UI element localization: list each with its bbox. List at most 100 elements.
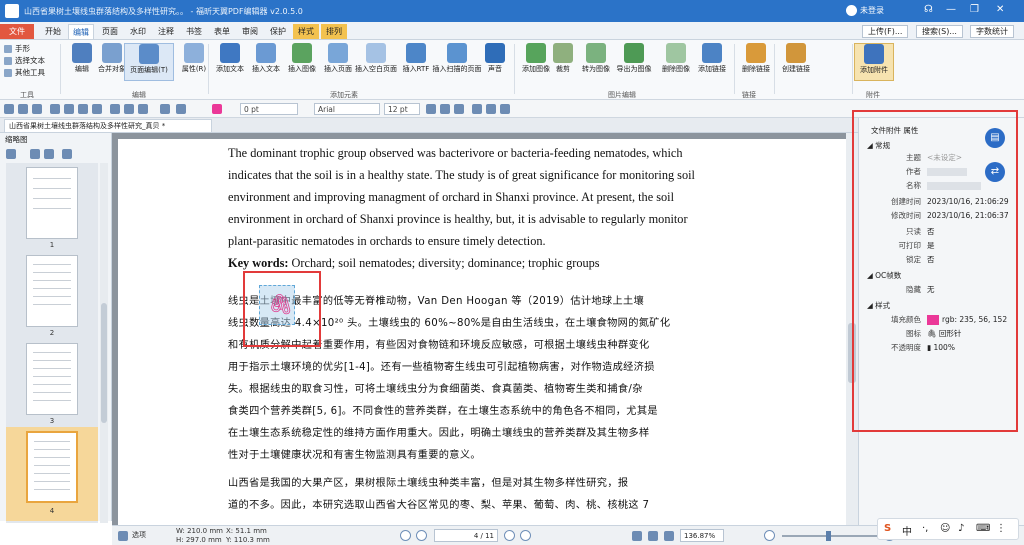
tab-bookmark[interactable]: 书签 — [181, 24, 207, 39]
redo-icon[interactable] — [176, 104, 186, 114]
undo-icon[interactable] — [160, 104, 170, 114]
ime-chinese-icon[interactable]: 中 — [902, 523, 912, 538]
close-icon[interactable]: ✕ — [996, 4, 1004, 15]
add-attachment-button[interactable]: 添加附件 — [854, 43, 894, 81]
bold-icon[interactable] — [426, 104, 436, 114]
zoom-icon[interactable] — [138, 104, 148, 114]
rotate-icon[interactable] — [62, 149, 72, 159]
insert-scan-button[interactable]: 插入扫描的页面 — [432, 43, 482, 73]
text-cursor-icon[interactable] — [110, 104, 120, 114]
zoom-slider-handle[interactable] — [826, 531, 831, 541]
insert-image-button[interactable]: 插入图像 — [282, 43, 322, 73]
font-size-select[interactable]: 12 pt — [384, 103, 420, 115]
ime-punct-icon[interactable]: ·, — [922, 523, 928, 534]
print-icon[interactable] — [32, 104, 42, 114]
tab-watermark[interactable]: 水印 — [125, 24, 151, 39]
font-select[interactable]: Arial — [314, 103, 380, 115]
support-icon[interactable]: ☊ — [924, 4, 933, 15]
tab-review[interactable]: 审阅 — [237, 24, 263, 39]
underline-icon[interactable] — [454, 104, 464, 114]
tab-form[interactable]: 表单 — [209, 24, 235, 39]
align-right-icon[interactable] — [500, 104, 510, 114]
continuous-icon[interactable] — [648, 531, 658, 541]
word-count-button[interactable]: 字数统计 — [970, 25, 1014, 38]
cursor-icon[interactable] — [92, 104, 102, 114]
select-mode-icon[interactable] — [118, 531, 128, 541]
body-line[interactable]: 性对于土壤健康状况和有害生物监测具有重要的意义。 — [228, 445, 743, 467]
tab-protect[interactable]: 保护 — [265, 24, 291, 39]
body-line[interactable]: 食类四个营养类群[5, 6]。不同食性的营养类群，在土壤生态系统中的角色各不相同… — [228, 401, 743, 423]
fill-color-icon[interactable] — [212, 104, 222, 114]
tab-file[interactable]: 文件 — [0, 24, 34, 39]
ime-mic-icon[interactable]: ♪ — [958, 523, 964, 534]
minimize-icon[interactable]: — — [946, 4, 956, 15]
pdf-page[interactable]: The dominant trophic group observed was … — [118, 139, 846, 525]
globe-icon[interactable] — [50, 104, 60, 114]
open-icon[interactable] — [4, 104, 14, 114]
search-icon[interactable] — [124, 104, 134, 114]
insert-page-button[interactable]: 插入页面 — [318, 43, 358, 73]
upload-button[interactable]: 上传(F)... — [862, 25, 909, 38]
user-login[interactable]: 未登录 — [860, 5, 884, 16]
sound-button[interactable]: 声音 — [480, 43, 510, 73]
abstract-line[interactable]: The dominant trophic group observed was … — [228, 142, 728, 164]
zoom-in-icon[interactable] — [30, 149, 40, 159]
zoom-level-select[interactable]: 136.87% — [680, 529, 724, 542]
hand-icon[interactable] — [78, 104, 88, 114]
body-line[interactable]: 用于指示土壤环境的优劣[1-4]。还有一些植物寄生线虫可引起植物病害，对作物造成… — [228, 357, 743, 379]
create-link-button[interactable]: 创建链接 — [776, 43, 816, 73]
italic-icon[interactable] — [440, 104, 450, 114]
ime-emoji-icon[interactable]: ☺ — [940, 523, 950, 534]
hand-tool[interactable]: 手形 — [4, 43, 58, 55]
body-line[interactable]: 在土壤生态系统稳定性的维持方面作用重大。因此，明确土壤线虫的营养类群及其生物多样 — [228, 423, 743, 445]
document-viewport[interactable]: The dominant trophic group observed was … — [112, 133, 858, 525]
page-edit-button[interactable]: 页面编辑(T) — [124, 43, 174, 81]
align-center-icon[interactable] — [486, 104, 496, 114]
tab-page[interactable]: 页面 — [97, 24, 123, 39]
tab-home[interactable]: 开始 — [40, 24, 66, 39]
thumbnail-page-2[interactable] — [26, 255, 78, 327]
abstract-line[interactable]: environment and improving managment of o… — [228, 186, 728, 208]
options-icon[interactable] — [6, 149, 16, 159]
first-page-button[interactable] — [400, 530, 411, 541]
two-page-icon[interactable] — [664, 531, 674, 541]
page-number-input[interactable]: 4 / 11 — [434, 529, 498, 542]
select-text-tool[interactable]: 选择文本 — [4, 55, 58, 67]
tab-annotate[interactable]: 注释 — [153, 24, 179, 39]
zoom-out-icon[interactable] — [44, 149, 54, 159]
thumbnail-page-1[interactable] — [26, 167, 78, 239]
restore-icon[interactable]: ❐ — [970, 4, 979, 15]
search-button[interactable]: 搜索(S)... — [916, 25, 963, 38]
export-image-button[interactable]: 导出为图像 — [612, 43, 656, 73]
scrollbar-thumb[interactable] — [101, 303, 107, 423]
file-attachment-annotation[interactable]: 🖇 — [259, 285, 295, 325]
ime-menu-icon[interactable]: ⋮ — [996, 523, 1006, 534]
last-page-button[interactable] — [520, 530, 531, 541]
crop-button[interactable]: 裁剪 — [548, 43, 578, 73]
insert-blank-page-button[interactable]: 插入空白页面 — [354, 43, 398, 73]
other-tools[interactable]: 其他工具 — [4, 67, 58, 79]
body-line[interactable]: 失。根据线虫的取食习性，可将土壤线虫分为食细菌类、食真菌类、植物寄生类和捕食/杂 — [228, 379, 743, 401]
zoom-slider[interactable] — [782, 531, 878, 541]
user-avatar-icon[interactable] — [846, 5, 857, 16]
thumbnail-page-3[interactable] — [26, 343, 78, 415]
grid-icon[interactable] — [64, 104, 74, 114]
document-tab[interactable]: 山西省果树土壤线虫群落结构及多样性研究_真贝 * — [4, 119, 212, 133]
tab-style[interactable]: 样式 — [293, 24, 319, 39]
tab-edit[interactable]: 编辑 — [68, 24, 94, 39]
body-line[interactable]: 山西省是我国的大果产区，果树根际土壤线虫种类丰富，但是对其生物多样性研究，报 — [228, 473, 743, 495]
delete-image-button[interactable]: 删除图像 — [656, 43, 696, 73]
tab-arrange[interactable]: 排列 — [321, 24, 347, 39]
prev-page-button[interactable] — [416, 530, 427, 541]
abstract-line[interactable]: environment in orchard of Shanxi provinc… — [228, 208, 728, 230]
abstract-line[interactable]: plant-parasitic nematodes in orchards to… — [228, 230, 728, 252]
thumbnail-scrollbar[interactable] — [100, 163, 108, 523]
abstract-line[interactable]: indicates that the soil is in a healthy … — [228, 164, 728, 186]
line-width-select[interactable]: 0 pt — [240, 103, 298, 115]
save-icon[interactable] — [18, 104, 28, 114]
insert-text-button[interactable]: 插入文本 — [246, 43, 286, 73]
body-line[interactable]: 道的不多。因此，本研究选取山西省大谷区常见的枣、梨、苹果、葡萄、肉、桃、核桃这 … — [228, 495, 743, 517]
add-link-button[interactable]: 添加链接 — [692, 43, 732, 73]
next-page-button[interactable] — [504, 530, 515, 541]
insert-rtf-button[interactable]: 插入RTF — [396, 43, 436, 73]
